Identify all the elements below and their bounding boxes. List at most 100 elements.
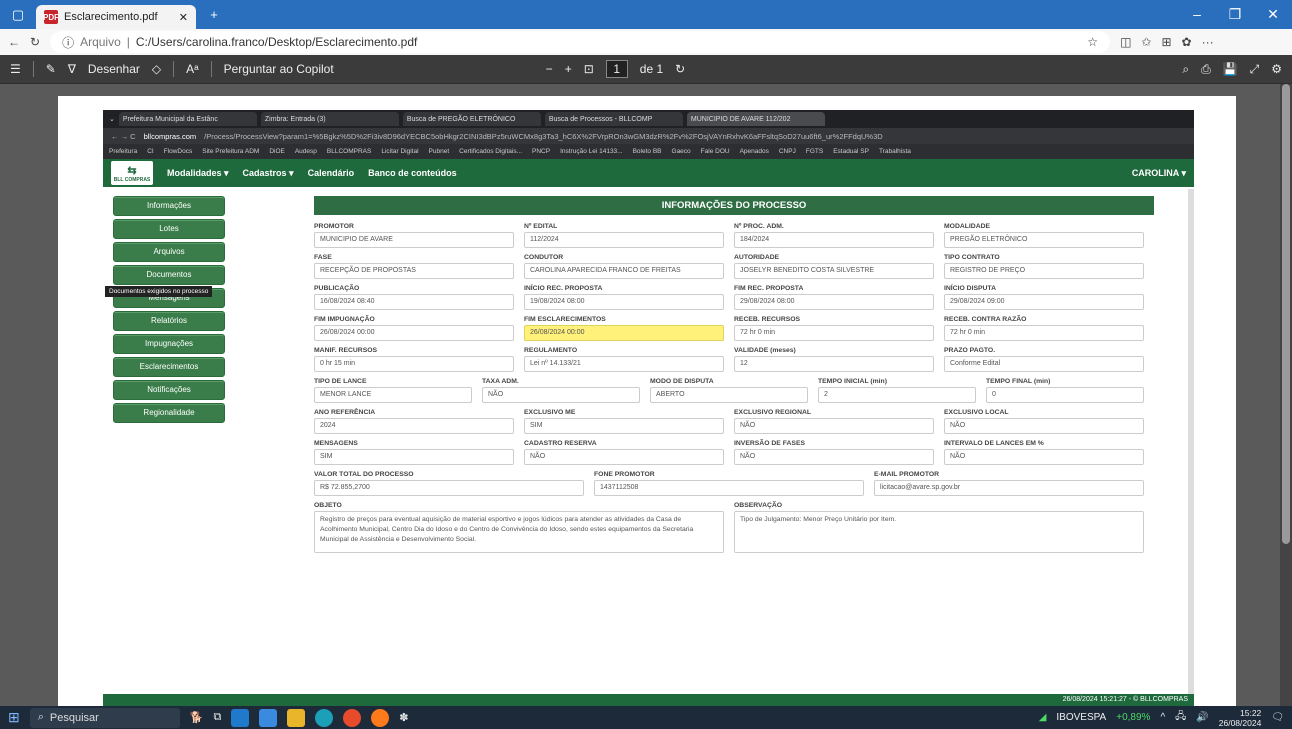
new-tab-button[interactable]: + xyxy=(196,0,232,29)
bookmark-estadual-sp[interactable]: Estadual SP xyxy=(833,148,869,155)
close-window-button[interactable]: ✕ xyxy=(1254,6,1292,23)
bookmark-prefeitura[interactable]: Prefeitura xyxy=(109,148,137,155)
bookmark-licitar-digital[interactable]: Licitar Digital xyxy=(381,148,418,155)
bookmark-flowdocs[interactable]: FlowDocs xyxy=(164,148,193,155)
scroll-thumb[interactable] xyxy=(1282,84,1290,544)
bookmark-boleto-bb[interactable]: Boleto BB xyxy=(633,148,662,155)
sidebar-item-relatorios[interactable]: Relatórios xyxy=(113,311,225,331)
field-ano-referencia[interactable]: 2024 xyxy=(314,418,514,434)
favorite-star-icon[interactable]: ☆ xyxy=(1087,35,1098,49)
tab-esclarecimento[interactable]: PDF Esclarecimento.pdf ✕ xyxy=(36,5,196,29)
field-receb-contra-razao[interactable]: 72 hr 0 min xyxy=(944,325,1144,341)
print-icon[interactable]: ⎙ xyxy=(1201,62,1211,77)
field-fim-esclarecimentos[interactable]: 26/08/2024 00:00 xyxy=(524,325,724,341)
sidebar-item-lotes[interactable]: Lotes xyxy=(113,219,225,239)
favorites-icon[interactable]: ✩ xyxy=(1141,35,1151,49)
more-icon[interactable]: ··· xyxy=(1202,35,1214,49)
task-view-icon[interactable]: ⧉ xyxy=(213,711,221,724)
text-icon[interactable]: Aᵃ xyxy=(186,62,198,76)
collections-icon[interactable]: ⊞ xyxy=(1161,35,1171,49)
bookmark-pubnet[interactable]: Pubnet xyxy=(429,148,450,155)
extensions-icon[interactable]: ✿ xyxy=(1182,35,1192,49)
field-inversao-de-fases[interactable]: NÃO xyxy=(734,449,934,465)
copilot-button[interactable]: Perguntar ao Copilot xyxy=(224,62,334,76)
menu-banco-conteudos[interactable]: Banco de conteúdos xyxy=(368,168,457,178)
store-icon[interactable] xyxy=(259,708,278,727)
tab-list-icon[interactable]: ⌄ xyxy=(109,115,115,123)
bookmark-ci[interactable]: CI xyxy=(147,148,154,155)
split-screen-icon[interactable]: ◫ xyxy=(1120,35,1131,49)
fit-page-icon[interactable]: ⊡ xyxy=(584,62,594,76)
widget-icon[interactable]: 🐕 xyxy=(190,711,204,724)
menu-cadastros[interactable]: Cadastros ▾ xyxy=(243,168,294,179)
windows-start-icon[interactable]: ⊞ xyxy=(8,709,20,726)
field-e-mail-promotor[interactable]: licitacao@avare.sp.gov.br xyxy=(874,480,1144,496)
save-icon[interactable]: 💾 xyxy=(1223,62,1238,76)
field-tempo-inicial-min[interactable]: 2 xyxy=(818,387,976,403)
rotate-icon[interactable]: ↻ xyxy=(675,62,685,76)
bookmark-fgts[interactable]: FGTS xyxy=(806,148,823,155)
network-icon[interactable]: 🖧 xyxy=(1175,709,1186,726)
clock[interactable]: 15:22 26/08/2024 xyxy=(1219,708,1262,728)
eraser-icon[interactable]: ◇ xyxy=(152,62,161,76)
settings-icon[interactable]: ⚙ xyxy=(1271,62,1282,76)
volume-icon[interactable]: 🔊 xyxy=(1196,712,1208,723)
field-manif-recursos[interactable]: 0 hr 15 min xyxy=(314,356,514,372)
field-exclusivo-me[interactable]: SIM xyxy=(524,418,724,434)
bookmark-fale-dou[interactable]: Fale DOU xyxy=(701,148,730,155)
field-prazo-pagto[interactable]: Conforme Edital xyxy=(944,356,1144,372)
minimize-button[interactable]: – xyxy=(1178,6,1216,23)
field-promotor[interactable]: MUNICIPIO DE AVARE xyxy=(314,232,514,248)
field-intervalo-de-lances-em[interactable]: NÃO xyxy=(944,449,1144,465)
field-tempo-final-min[interactable]: 0 xyxy=(986,387,1144,403)
field-fone-promotor[interactable]: 1437112508 xyxy=(594,480,864,496)
bookmark-gaeco[interactable]: Gaeco xyxy=(672,148,691,155)
bookmark-pncp[interactable]: PNCP xyxy=(532,148,550,155)
inner-tab[interactable]: MUNICIPIO DE AVARE 112/202 xyxy=(686,112,825,126)
inner-tab[interactable]: Busca de PREGÃO ELETRÔNICO xyxy=(402,112,541,126)
draw-button[interactable]: Desenhar xyxy=(88,62,140,76)
user-menu[interactable]: CAROLINA ▾ xyxy=(1132,168,1186,179)
field-cadastro-reserva[interactable]: NÃO xyxy=(524,449,724,465)
menu-modalidades[interactable]: Modalidades ▾ xyxy=(167,168,229,179)
field-modo-de-disputa[interactable]: ABERTO xyxy=(650,387,808,403)
field-valor-total-do-processo[interactable]: R$ 72.855,2700 xyxy=(314,480,584,496)
sidebar-item-regionalidade[interactable]: Regionalidade xyxy=(113,403,225,423)
firefox-icon[interactable] xyxy=(371,708,390,727)
restore-button[interactable]: ❐ xyxy=(1216,6,1254,23)
sidebar-item-impugnacoes[interactable]: Impugnações xyxy=(113,334,225,354)
field-autoridade[interactable]: JOSELYR BENEDITO COSTA SILVESTRE xyxy=(734,263,934,279)
sidebar-item-arquivos[interactable]: Arquivos xyxy=(113,242,225,262)
bookmark-cnpj[interactable]: CNPJ xyxy=(779,148,796,155)
bookmark-bllcompras[interactable]: BLLCOMPRAS xyxy=(327,148,371,155)
field-inicio-rec-proposta[interactable]: 19/08/2024 08:00 xyxy=(524,294,724,310)
menu-calendario[interactable]: Calendário xyxy=(308,168,355,178)
field-fim-impugnacao[interactable]: 26/08/2024 00:00 xyxy=(314,325,514,341)
mail-icon[interactable] xyxy=(231,708,250,727)
field-inicio-disputa[interactable]: 29/08/2024 09:00 xyxy=(944,294,1144,310)
field-mensagens[interactable]: SIM xyxy=(314,449,514,465)
back-icon[interactable]: ← xyxy=(8,35,20,49)
field-n-edital[interactable]: 112/2024 xyxy=(524,232,724,248)
field-publicacao[interactable]: 16/08/2024 08:40 xyxy=(314,294,514,310)
pdf-scrollbar[interactable] xyxy=(1280,84,1292,706)
sidebar-item-documentos[interactable]: Documentos xyxy=(113,265,225,285)
field-exclusivo-local[interactable]: NÃO xyxy=(944,418,1144,434)
bookmark-instrucao-lei-14133[interactable]: Instrução Lei 14133... xyxy=(560,148,623,155)
field-tipo-de-lance[interactable]: MENOR LANCE xyxy=(314,387,472,403)
inner-tab[interactable]: Busca de Processos - BLLCOMP xyxy=(544,112,683,126)
close-tab-icon[interactable]: ✕ xyxy=(179,11,188,24)
taskbar-search[interactable]: ⌕ Pesquisar xyxy=(29,707,180,728)
tab-actions-icon[interactable]: ▢ xyxy=(0,0,36,29)
ticker-name[interactable]: IBOVESPA xyxy=(1056,712,1106,723)
fullscreen-icon[interactable]: ⤢ xyxy=(1250,62,1260,77)
bookmark-audesp[interactable]: Audesp xyxy=(295,148,317,155)
notification-icon[interactable]: 🗨 xyxy=(1271,712,1284,723)
explorer-icon[interactable] xyxy=(287,708,306,727)
tray-chevron-icon[interactable]: ^ xyxy=(1160,712,1165,723)
contents-icon[interactable]: ☰ xyxy=(10,62,21,76)
draw-icon[interactable]: ∇ xyxy=(68,62,76,76)
zoom-out-icon[interactable]: − xyxy=(546,62,553,76)
bookmark-apenados[interactable]: Apenados xyxy=(740,148,769,155)
refresh-icon[interactable]: ↻ xyxy=(30,35,40,49)
